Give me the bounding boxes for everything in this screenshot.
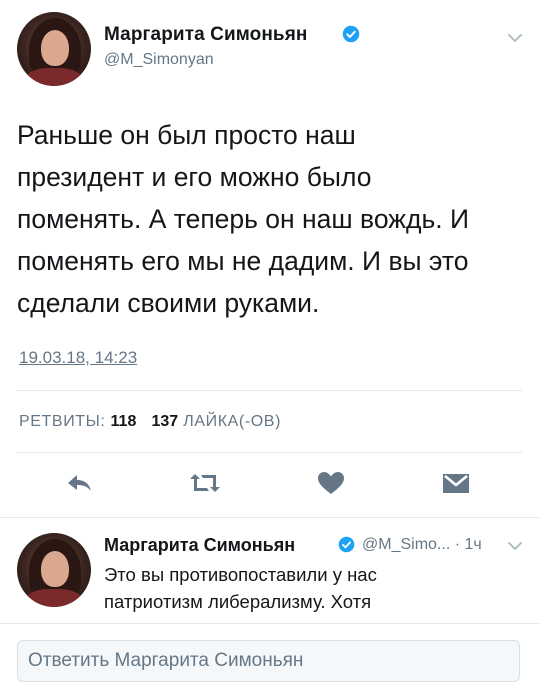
divider xyxy=(17,452,522,453)
tweet-text: Раньше он был просто наш президент и его… xyxy=(17,120,470,318)
divider xyxy=(0,623,539,624)
main-tweet: Маргарита Симоньян @M_Simonyan Раньше он… xyxy=(0,0,539,518)
chevron-down-icon[interactable] xyxy=(508,33,522,43)
reply-input[interactable]: Ответить Маргарита Симоньян xyxy=(17,640,520,682)
author-handle[interactable]: @M_Simonyan xyxy=(104,51,214,69)
retweet-icon[interactable] xyxy=(188,470,222,496)
retweets-label[interactable]: РЕТВИТЫ: xyxy=(19,413,105,430)
verified-badge-icon xyxy=(342,25,360,43)
likes-label[interactable]: ЛАЙКА(-ОВ) xyxy=(183,413,281,430)
reply-author-avatar[interactable] xyxy=(17,533,91,607)
envelope-icon[interactable] xyxy=(441,470,471,496)
divider xyxy=(17,390,522,391)
likes-count[interactable]: 137 xyxy=(151,413,178,430)
author-display-name[interactable]: Маргарита Симоньян xyxy=(104,24,307,46)
section-separator xyxy=(0,517,539,518)
heart-icon[interactable] xyxy=(316,470,346,496)
tweet-timestamp[interactable]: 19.03.18, 14:23 xyxy=(19,348,137,368)
reply-author-name[interactable]: Маргарита Симоньян xyxy=(104,535,295,556)
author-avatar[interactable] xyxy=(17,12,91,86)
chevron-down-icon[interactable] xyxy=(508,541,522,551)
retweets-count[interactable]: 118 xyxy=(111,413,137,430)
reply-icon[interactable] xyxy=(64,470,94,496)
verified-badge-icon xyxy=(338,536,355,553)
reply-meta[interactable]: @M_Simo... · 1ч xyxy=(362,536,482,554)
tweet-stats: РЕТВИТЫ: 118 137 ЛАЙКА(-ОВ) xyxy=(19,413,281,431)
